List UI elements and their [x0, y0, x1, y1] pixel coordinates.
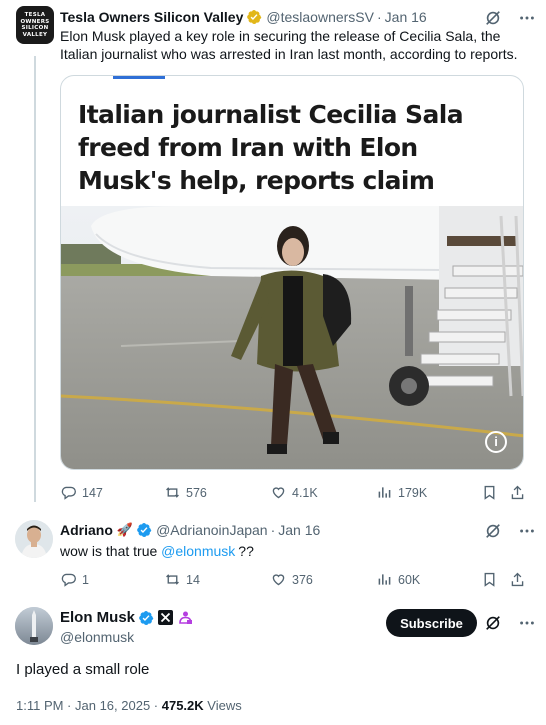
avatar-tesla-owners[interactable]: TESLA OWNERS SILICON VALLEY [16, 6, 54, 44]
info-icon[interactable]: i [485, 431, 507, 453]
tweet3-header: Elon Musk [60, 609, 193, 626]
separator-dot: · [376, 9, 382, 25]
tweet-timestamp[interactable]: 1:11 PM · Jan 16, 2025 · [16, 698, 162, 713]
author-name[interactable]: Adriano [60, 522, 113, 538]
repost-icon [166, 574, 179, 585]
mention-link[interactable]: @elonmusk [161, 543, 235, 559]
x-affiliate-icon [158, 610, 174, 625]
tweet-time[interactable]: Jan 16 [385, 9, 427, 25]
views-count: 475.2K [161, 698, 204, 713]
tweet-time[interactable]: Jan 16 [278, 522, 320, 538]
views-label: Views [203, 698, 242, 713]
reply-button[interactable]: 147 [60, 484, 103, 501]
repost-count: 576 [186, 485, 207, 500]
tweet-meta: 1:11 PM · Jan 16, 2025 · 475.2K Views [16, 698, 242, 713]
views-count: 179K [398, 485, 428, 500]
repost-button[interactable]: 576 [164, 484, 207, 501]
thread-line [34, 56, 36, 502]
tweet2-header: Adriano 🚀 @AdrianoinJapan · Jan 16 [60, 522, 320, 538]
bookmark-button[interactable] [481, 571, 498, 588]
avatar-text-line: SILICON [21, 25, 49, 31]
government-affiliation-icon [178, 610, 193, 625]
bookmark-icon [484, 485, 495, 500]
share-button[interactable] [509, 571, 526, 588]
author-name[interactable]: Elon Musk [60, 609, 135, 626]
tweet3-top-icons [484, 614, 536, 632]
like-button[interactable]: 376 [270, 571, 313, 588]
tweet2-actions: 1 14 376 60K [60, 571, 530, 589]
bookmark-button[interactable] [481, 484, 498, 501]
tweet-text: I played a small role [16, 661, 150, 678]
author-handle[interactable]: @teslaownersSV [266, 9, 374, 25]
repost-count: 14 [186, 572, 200, 587]
bookmark-icon [484, 572, 495, 587]
views-button[interactable]: 179K [376, 484, 427, 501]
rocket-emoji: 🚀 [116, 522, 134, 538]
tweet2-top-icons [484, 522, 536, 540]
tweet-text: Elon Musk played a key role in securing … [60, 28, 518, 62]
verified-blue-icon [138, 610, 154, 626]
like-count: 4.1K [292, 485, 318, 500]
verified-blue-icon [136, 522, 152, 538]
more-icon[interactable] [518, 522, 536, 540]
separator-dot: · [270, 522, 276, 538]
share-button[interactable] [509, 484, 526, 501]
reply-button[interactable]: 1 [60, 571, 89, 588]
subscribe-button[interactable]: Subscribe [386, 609, 477, 637]
grok-icon[interactable] [484, 614, 502, 632]
avatar-adriano[interactable] [15, 520, 53, 558]
article-card[interactable]: Italian journalist Cecilia Sala freed fr… [60, 75, 524, 470]
like-button[interactable]: 4.1K [270, 484, 318, 501]
avatar-text-line: VALLEY [22, 31, 48, 38]
author-handle[interactable]: @elonmusk [60, 629, 134, 645]
heart-icon [272, 574, 285, 586]
tweet1-actions: 147 576 4.1K 179K [60, 484, 530, 502]
reply-count: 147 [82, 485, 103, 500]
author-name[interactable]: Tesla Owners Silicon Valley [60, 9, 243, 25]
share-icon [511, 572, 524, 587]
avatar-elon-musk[interactable] [15, 607, 53, 645]
reply-count: 1 [82, 572, 89, 587]
reply-icon [61, 486, 76, 500]
grok-icon[interactable] [484, 522, 502, 540]
card-photo: i [61, 206, 523, 469]
like-count: 376 [292, 572, 313, 587]
verified-gold-icon [246, 9, 262, 25]
views-icon [378, 487, 391, 498]
tweet-text: wow is that true @elonmusk?? [60, 542, 254, 560]
card-headline: Italian journalist Cecilia Sala freed fr… [78, 100, 464, 195]
author-handle[interactable]: @AdrianoinJapan [156, 522, 268, 538]
repost-button[interactable]: 14 [164, 571, 200, 588]
views-button[interactable]: 60K [376, 571, 420, 588]
more-icon[interactable] [518, 9, 536, 27]
repost-icon [166, 487, 179, 498]
views-icon [378, 574, 391, 585]
tweet1-header: Tesla Owners Silicon Valley @teslaowners… [60, 9, 427, 25]
tweet-text-prefix: wow is that true [60, 543, 162, 559]
reply-icon [61, 573, 76, 587]
grok-icon[interactable] [484, 9, 502, 27]
views-count: 60K [398, 572, 421, 587]
tweet-text-suffix: ?? [238, 543, 254, 559]
tweet1-top-icons [484, 9, 536, 27]
heart-icon [272, 487, 285, 499]
card-accent-bar [113, 76, 165, 79]
share-icon [511, 485, 524, 500]
more-icon[interactable] [518, 614, 536, 632]
